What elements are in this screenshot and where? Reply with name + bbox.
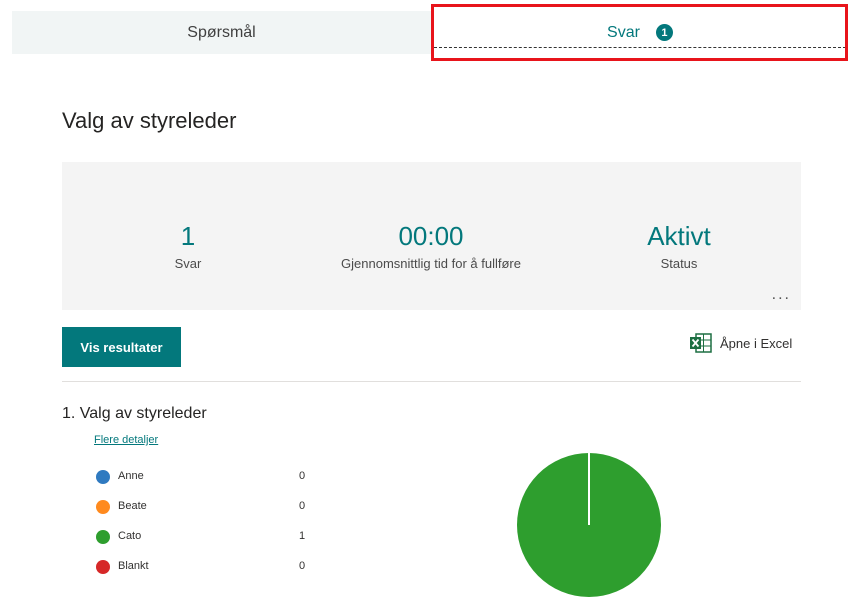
excel-icon bbox=[690, 333, 712, 353]
open-in-excel-link[interactable]: Åpne i Excel bbox=[690, 333, 792, 353]
legend-item-anne: Anne 0 bbox=[96, 469, 316, 499]
stat-average-time: 00:00 Gjennomsnittlig tid for å fullføre bbox=[301, 220, 561, 271]
view-results-button[interactable]: Vis resultater bbox=[62, 327, 181, 367]
legend-count: 0 bbox=[299, 500, 306, 512]
legend-label: Anne bbox=[118, 470, 144, 482]
page-title: Valg av styreleder bbox=[62, 108, 237, 133]
legend-swatch bbox=[96, 500, 110, 514]
more-options-button[interactable]: ... bbox=[772, 286, 791, 304]
summary-stats-panel: 1 Svar 00:00 Gjennomsnittlig tid for å f… bbox=[62, 162, 801, 310]
stat-average-time-value: 00:00 bbox=[398, 221, 464, 251]
stat-responses: 1 Svar bbox=[158, 220, 218, 271]
legend-label: Blankt bbox=[118, 560, 149, 572]
section-divider bbox=[62, 381, 801, 382]
legend-item-cato: Cato 1 bbox=[96, 529, 316, 559]
chart-legend: Anne 0 Beate 0 Cato 1 Blankt 0 bbox=[96, 469, 316, 589]
highlight-annotation-box bbox=[431, 4, 848, 61]
results-pie-chart bbox=[517, 453, 661, 597]
stat-status-value: Aktivt bbox=[647, 221, 711, 251]
question-title: 1. Valg av styreleder bbox=[62, 405, 207, 422]
stat-status-label: Status bbox=[660, 256, 698, 271]
stat-responses-value: 1 bbox=[180, 221, 196, 251]
stat-responses-label: Svar bbox=[174, 256, 202, 271]
legend-item-blankt: Blankt 0 bbox=[96, 559, 316, 589]
legend-label: Cato bbox=[118, 530, 142, 542]
legend-item-beate: Beate 0 bbox=[96, 499, 316, 529]
legend-swatch bbox=[96, 530, 110, 544]
legend-count: 1 bbox=[299, 530, 306, 542]
legend-label: Beate bbox=[118, 500, 147, 512]
stat-average-time-label: Gjennomsnittlig tid for å fullføre bbox=[341, 256, 521, 271]
legend-swatch bbox=[96, 470, 110, 484]
tab-questions[interactable]: Spørsmål bbox=[12, 11, 431, 54]
legend-count: 0 bbox=[299, 560, 306, 572]
stat-status: Aktivt Status bbox=[624, 220, 734, 271]
legend-count: 0 bbox=[299, 470, 306, 482]
tab-questions-label: Spørsmål bbox=[187, 23, 256, 41]
legend-swatch bbox=[96, 560, 110, 574]
more-details-link[interactable]: Flere detaljer bbox=[94, 434, 158, 446]
open-in-excel-label: Åpne i Excel bbox=[720, 335, 793, 351]
